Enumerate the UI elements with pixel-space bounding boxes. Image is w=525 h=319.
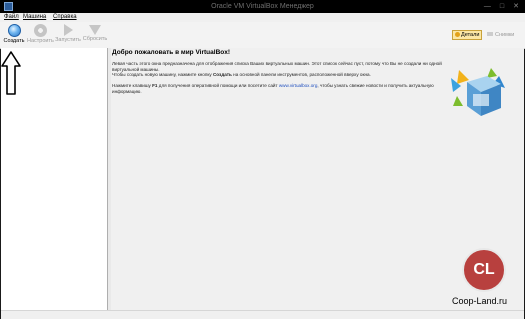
create-button-label: Создать bbox=[3, 38, 25, 44]
p2-text-after: на основной панели инструментов, располо… bbox=[231, 72, 371, 77]
p3-text-mid: для получения оперативной помощи или пос… bbox=[157, 83, 279, 88]
coop-land-logo: CL bbox=[462, 248, 506, 292]
title-bar: Oracle VM VirtualBox Менеджер — □ ✕ bbox=[0, 0, 525, 13]
settings-button-label: Настроить bbox=[27, 38, 54, 44]
annotation-up-arrow-icon bbox=[1, 51, 21, 95]
details-pane: Добро пожаловать в мир VirtualBox! Левая… bbox=[111, 48, 524, 310]
discard-button-label: Сбросить bbox=[82, 36, 108, 42]
coop-land-watermark: CL Coop-Land.ru bbox=[452, 248, 524, 308]
details-toggle-button[interactable]: Детали bbox=[452, 30, 482, 40]
welcome-title: Добро пожаловать в мир VirtualBox! bbox=[112, 49, 231, 56]
snapshots-label: Снимки bbox=[495, 32, 515, 38]
coop-land-site-text: Coop-Land.ru bbox=[452, 296, 508, 306]
menu-machine[interactable]: Машина bbox=[23, 13, 46, 22]
create-button[interactable]: Создать bbox=[1, 23, 27, 47]
start-arrow-icon bbox=[63, 24, 73, 36]
welcome-paragraph-2: Чтобы создать новую машину, нажмите кноп… bbox=[112, 72, 452, 78]
snapshots-toggle-button[interactable]: Снимки bbox=[485, 30, 519, 40]
minimize-icon[interactable]: — bbox=[484, 2, 491, 11]
details-icon bbox=[455, 31, 460, 37]
settings-button[interactable]: Настроить bbox=[27, 23, 54, 47]
virtualbox-logo-icon bbox=[451, 68, 505, 116]
window-controls: — □ ✕ bbox=[484, 2, 519, 11]
maximize-icon[interactable]: □ bbox=[500, 2, 504, 11]
main-toolbar: Создать Настроить Запустить Сбросить Дет… bbox=[0, 22, 525, 49]
menu-file[interactable]: Файл bbox=[4, 13, 19, 22]
details-label: Детали bbox=[461, 32, 480, 38]
snapshots-icon bbox=[487, 32, 493, 36]
p3-text: Нажмите клавишу bbox=[112, 83, 153, 88]
p2-text: Чтобы создать новую машину, нажмите кноп… bbox=[112, 72, 213, 77]
welcome-paragraph-3: Нажмите клавишу F1 для получения операти… bbox=[112, 83, 452, 95]
start-button[interactable]: Запустить bbox=[55, 23, 81, 47]
window-title: Oracle VM VirtualBox Менеджер bbox=[211, 3, 314, 10]
start-button-label: Запустить bbox=[55, 37, 81, 43]
virtualbox-site-link[interactable]: www.virtualbox.org bbox=[279, 83, 318, 88]
settings-gear-icon bbox=[33, 24, 47, 37]
discard-arrow-icon bbox=[89, 25, 101, 35]
p2-bold: Создать bbox=[212, 72, 232, 77]
close-icon[interactable]: ✕ bbox=[513, 2, 519, 11]
new-vm-icon bbox=[7, 24, 21, 37]
menu-help[interactable]: Справка bbox=[53, 13, 77, 22]
discard-button[interactable]: Сбросить bbox=[82, 23, 108, 47]
